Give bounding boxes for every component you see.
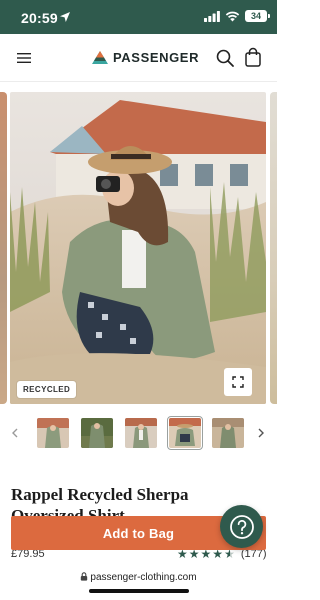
expand-icon (232, 376, 244, 388)
bag-button[interactable] (242, 46, 264, 68)
help-chat-button[interactable] (220, 505, 263, 548)
search-button[interactable] (214, 47, 236, 69)
thumbnail-prev-button[interactable] (8, 426, 22, 440)
thumbnail-2[interactable] (81, 418, 113, 448)
url-display: passenger-clothing.com (0, 572, 277, 583)
signal-icon (204, 10, 220, 22)
mountain-logo-icon (92, 51, 108, 64)
location-arrow-icon (60, 12, 70, 22)
url-text: passenger-clothing.com (90, 572, 197, 583)
thumbnail-1[interactable] (37, 418, 69, 448)
thumbnail-image (169, 418, 201, 448)
wifi-icon (225, 11, 240, 21)
thumbnail-4[interactable] (167, 416, 203, 450)
thumbnail-next-button[interactable] (254, 426, 268, 440)
chevron-left-icon (12, 428, 18, 438)
thumbnail-image (81, 418, 113, 448)
thumbnail-3[interactable] (125, 418, 157, 448)
thumbnail-image (212, 418, 244, 448)
expand-image-button[interactable] (224, 368, 252, 396)
home-indicator (89, 589, 189, 593)
product-page: 20:59 34 PASSENGER RECYCLED Rappel Recyc… (0, 0, 277, 600)
menu-button[interactable] (13, 47, 35, 69)
previous-image-peek[interactable] (0, 92, 7, 404)
brand-name: PASSENGER (113, 50, 200, 65)
hamburger-icon (17, 53, 31, 63)
product-main-image[interactable] (10, 92, 266, 404)
next-image-peek[interactable] (270, 92, 277, 404)
browser-url-bar[interactable]: passenger-clothing.com (0, 568, 277, 600)
search-icon (216, 49, 234, 67)
status-bar: 20:59 34 (0, 0, 277, 34)
thumbnail-strip (0, 416, 277, 452)
chevron-right-icon (258, 428, 264, 438)
bag-icon (245, 47, 261, 67)
status-time: 20:59 (21, 10, 58, 26)
status-indicators: 34 (204, 10, 270, 22)
brand-logo[interactable]: PASSENGER (92, 50, 199, 65)
battery-icon: 34 (245, 10, 270, 22)
site-header: PASSENGER (0, 34, 277, 82)
question-icon (229, 514, 254, 539)
thumbnail-5[interactable] (212, 418, 244, 448)
thumbnail-image (37, 418, 69, 448)
product-gallery[interactable] (0, 92, 277, 404)
thumbnail-image (125, 418, 157, 448)
recycled-badge: RECYCLED (17, 381, 77, 398)
lock-icon (81, 572, 88, 581)
product-photo (10, 92, 266, 404)
